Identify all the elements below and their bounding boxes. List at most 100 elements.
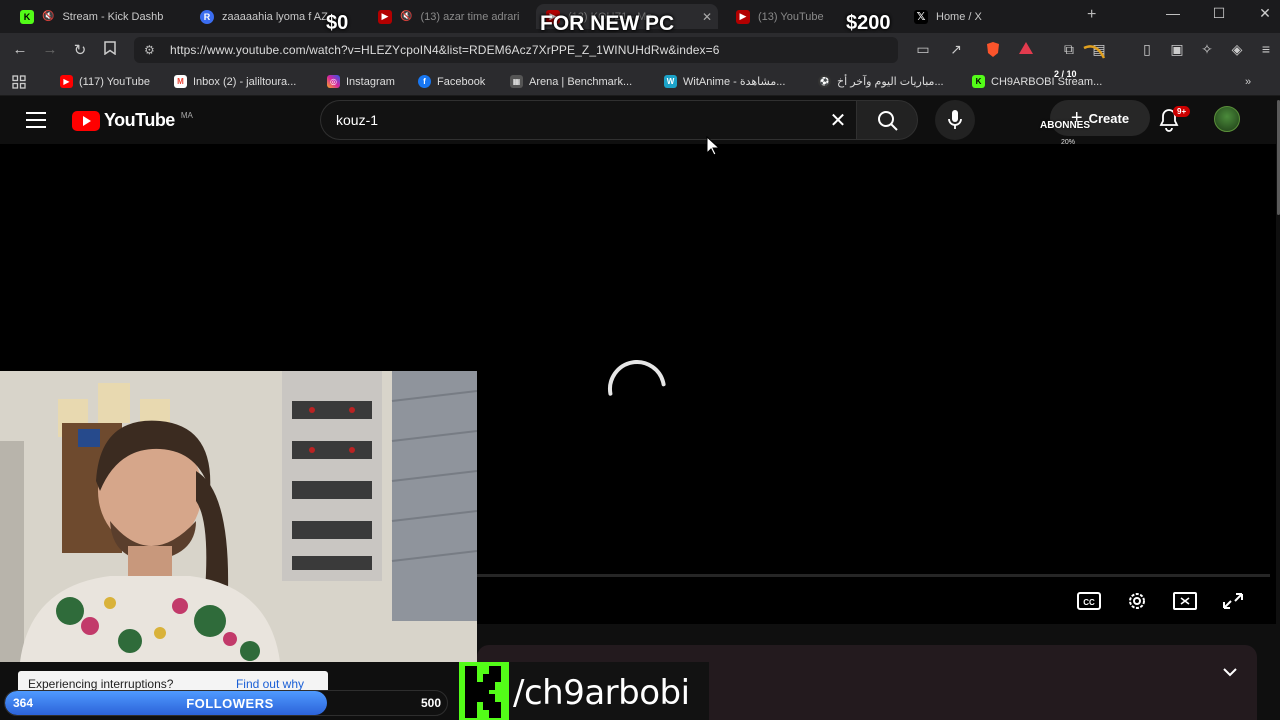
wallet-icon[interactable]: ▣ [1166,41,1188,58]
clear-search-icon[interactable]: ✕ [826,108,850,133]
goal-target-amount: $200 [846,12,891,34]
tab-title: zaaaaahia lyoma f AZ... [222,10,337,23]
search-icon [878,111,898,131]
avatar[interactable] [1214,106,1240,132]
x-icon: 𝕏 [914,9,928,24]
loading-spinner-icon [608,360,666,396]
bookmark-icon[interactable] [100,41,120,59]
tab-title: (13) YouTube [758,10,824,23]
fullscreen-icon[interactable] [1220,590,1246,612]
reload-icon[interactable]: ↻ [70,41,90,59]
bookmark-gmail[interactable]: M Inbox (2) - jaliltoura... [174,73,296,90]
muted-speaker-icon[interactable]: 🔇 [42,11,54,22]
youtube-logo[interactable]: YouTube MA [72,110,193,131]
followers-goal: 500 [420,696,441,710]
new-tab-button[interactable]: + [1087,6,1096,24]
subs-goal-arc-icon [1083,45,1106,59]
chevron-down-icon[interactable] [1220,664,1240,680]
forward-icon[interactable]: → [40,41,60,58]
brave-rewards-icon[interactable] [1015,41,1037,58]
kick-channel-banner: /ch9arbobi [459,662,709,720]
minimize-icon[interactable]: — [1163,5,1183,21]
search-button[interactable] [856,100,918,140]
maximize-icon[interactable]: ☐ [1209,5,1229,22]
tab-azar-time[interactable]: ▶ 🔇 (13) azar time adrari [368,4,538,29]
voice-search-button[interactable] [935,100,975,140]
svg-text:CC: CC [1083,598,1095,607]
back-icon[interactable]: ← [10,41,30,58]
tab-x-home[interactable]: 𝕏 Home / X [904,4,1080,29]
mouse-cursor-icon [706,136,720,156]
football-icon: ⚽ [818,75,831,88]
streamer-webcam [0,371,477,662]
gmail-icon: M [174,75,187,88]
bookmark-label: WitAnime - مشاهدة... [683,76,786,88]
site-settings-icon[interactable]: ⚙ [144,43,160,57]
settings-gear-icon[interactable] [1124,590,1150,612]
bookmark-youtube[interactable]: ▶ (117) YouTube [60,73,150,90]
extensions-icon[interactable]: ⧉ [1058,41,1080,58]
bookmark-label: Instagram [346,75,395,88]
search-input[interactable]: kouz-1 ✕ [320,100,856,140]
followers-goal-bar: 364 FOLLOWERS 500 [4,690,448,716]
witanime-icon: W [664,75,677,88]
youtube-icon: ▶ [378,9,392,24]
instagram-icon: ◎ [327,75,340,88]
bookmark-label: (117) YouTube [79,75,150,88]
bookmark-label: Inbox (2) - jaliltoura... [193,75,297,88]
find-out-why-link[interactable]: Find out why [236,677,304,691]
kick-icon: K [972,75,985,88]
hamburger-menu-icon[interactable] [26,112,46,128]
apps-grid-icon[interactable] [12,73,26,90]
followers-current: 364 [13,696,34,710]
microphone-icon [948,110,962,129]
facebook-icon: f [418,75,431,88]
bookmarks-bar: ▶ (117) YouTube M Inbox (2) - jaliltoura… [0,67,1280,96]
bookmark-label: Facebook [437,75,486,88]
youtube-logo-text: YouTube [104,110,175,130]
r-icon: R [200,9,214,24]
notification-badge: 9+ [1173,106,1191,117]
bookmark-ch9arbobi[interactable]: K CH9ARBOBI Stream... [972,73,1102,90]
url-text[interactable]: https://www.youtube.com/watch?v=HLEZYcpo… [170,43,720,57]
menu-icon[interactable]: ≡ [1255,41,1277,57]
followers-label: FOLLOWERS [186,696,274,711]
subs-goal-count: 2 / 10 [1054,69,1077,79]
tab-kick-dashboard[interactable]: K 🔇 Stream - Kick Dashb [10,4,196,29]
tab-title: (13) azar time adrari [420,10,520,23]
search-query[interactable]: kouz-1 [336,112,378,128]
bookmark-instagram[interactable]: ◎ Instagram [327,73,395,90]
captions-icon[interactable]: CC [1076,590,1102,612]
close-window-icon[interactable]: ✕ [1255,5,1275,22]
leo-ai-icon[interactable]: ✧ [1196,41,1218,58]
webcam-feed [0,371,477,662]
muted-speaker-icon[interactable]: 🔇 [400,11,412,22]
goal-start-amount: $0 [326,12,349,34]
bookmark-facebook[interactable]: f Facebook [418,73,485,90]
bookmark-arena[interactable]: ▦ Arena | Benchmark... [510,73,632,90]
youtube-icon: ▶ [60,75,73,88]
bookmark-label: Arena | Benchmark... [529,75,633,88]
bookmark-witanime[interactable]: W WitAnime - مشاهدة... [664,73,785,90]
more-bookmarks-icon[interactable]: » [1245,73,1251,90]
bookmark-label: مباريات اليوم وآخر أخ... [837,76,944,88]
share-icon[interactable]: ↗ [945,41,967,58]
url-bar[interactable]: ⚙ https://www.youtube.com/watch?v=HLEZYc… [134,37,898,63]
interruption-text: Experiencing interruptions? [28,677,174,691]
arena-icon: ▦ [510,75,523,88]
create-label: Create [1088,110,1130,126]
vpn-icon[interactable]: ◈ [1226,41,1248,58]
video-progress-bar[interactable] [477,574,1270,577]
bookmark-matches[interactable]: ⚽ مباريات اليوم وآخر أخ... [818,73,944,90]
brave-shield-icon[interactable] [982,41,1004,61]
youtube-icon: ▶ [736,9,750,24]
subs-goal-label: ABONNES [1040,120,1091,131]
tab-title: Home / X [936,10,982,23]
kick-icon: K [20,9,34,24]
bookmark-label: CH9ARBOBI Stream... [991,75,1103,88]
close-icon[interactable]: ✕ [702,10,712,24]
miniplayer-icon[interactable] [1172,590,1198,612]
channel-handle: /ch9arbobi [513,673,690,713]
cast-icon[interactable]: ▭ [912,41,934,58]
sidebar-icon[interactable]: ▯ [1136,41,1158,58]
